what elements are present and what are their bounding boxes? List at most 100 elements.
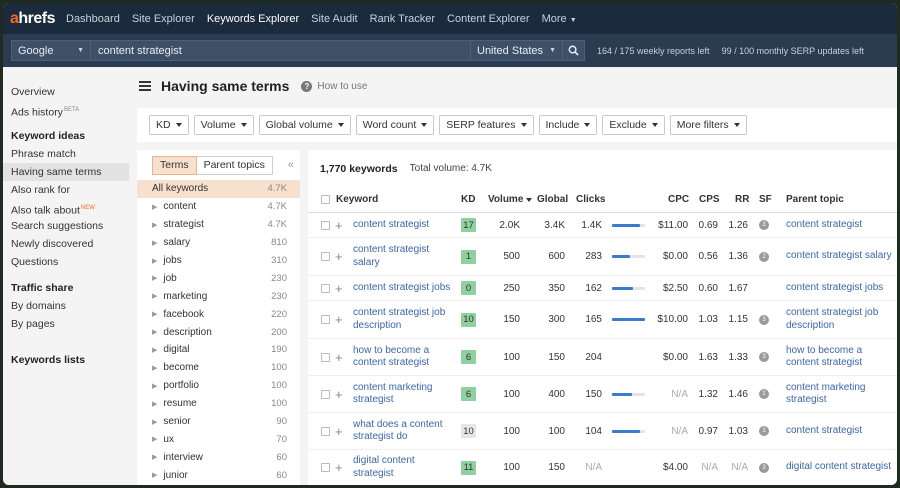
term-row[interactable]: ▶ ux 70 <box>137 430 300 448</box>
row-checkbox[interactable] <box>321 376 330 412</box>
add-to-list-icon[interactable]: + <box>335 413 343 449</box>
keyword-link[interactable]: digital content strategist <box>353 450 458 485</box>
add-to-list-icon[interactable]: + <box>335 301 343 338</box>
term-row[interactable]: ▶ jobs 310 <box>137 252 300 270</box>
term-row[interactable]: ▶ resume 100 <box>137 395 300 413</box>
row-checkbox[interactable] <box>321 301 330 338</box>
collapse-panel-icon[interactable]: « <box>288 159 294 171</box>
col-sf[interactable]: SF <box>759 187 772 212</box>
parent-topic-link[interactable]: content strategist jobs <box>786 276 894 300</box>
term-row[interactable]: ▶ content 4.7K <box>137 198 300 216</box>
filter-include[interactable]: Include <box>538 115 598 135</box>
tab-parent-topics[interactable]: Parent topics <box>196 155 273 175</box>
sidebar-item-also-talk-about[interactable]: Also talk aboutNEW <box>3 199 129 217</box>
sidebar-item-by-pages[interactable]: By pages <box>3 315 129 333</box>
term-row[interactable]: ▶ become 100 <box>137 359 300 377</box>
add-to-list-icon[interactable]: + <box>335 450 343 485</box>
sidebar-item-questions[interactable]: Questions <box>3 253 129 271</box>
parent-topic-link[interactable]: content strategist <box>786 413 894 449</box>
add-to-list-icon[interactable]: + <box>335 213 343 237</box>
keyword-link[interactable]: how to become a content strategist <box>353 339 458 375</box>
menu-icon[interactable] <box>139 81 151 91</box>
keyword-link[interactable]: content marketing strategist <box>353 376 458 412</box>
parent-topic-link[interactable]: content strategist salary <box>786 238 894 275</box>
parent-topic-link[interactable]: how to become a content strategist <box>786 339 894 375</box>
add-to-list-icon[interactable]: + <box>335 339 343 375</box>
filter-serp-features[interactable]: SERP features <box>439 115 534 135</box>
term-row[interactable]: ▶ description 200 <box>137 323 300 341</box>
term-row[interactable]: ▶ strategist 4.7K <box>137 216 300 234</box>
keyword-search-input[interactable]: content strategist <box>91 40 471 61</box>
row-checkbox[interactable] <box>321 450 330 485</box>
sidebar-heading-keywords-lists[interactable]: Keywords lists <box>3 351 129 369</box>
search-button[interactable] <box>563 40 585 61</box>
row-checkbox[interactable] <box>321 238 330 275</box>
term-all-keywords[interactable]: All keywords 4.7K <box>137 180 300 198</box>
filter-exclude[interactable]: Exclude <box>602 115 665 135</box>
row-checkbox[interactable] <box>321 413 330 449</box>
sidebar-item-overview[interactable]: Overview <box>3 83 129 101</box>
nav-site-audit[interactable]: Site Audit <box>311 13 357 25</box>
add-to-list-icon[interactable]: + <box>335 276 343 300</box>
serp-features-cell[interactable]: 3 <box>759 213 769 237</box>
term-row[interactable]: ▶ marketing 230 <box>137 287 300 305</box>
add-to-list-icon[interactable]: + <box>335 238 343 275</box>
row-checkbox[interactable] <box>321 276 330 300</box>
sidebar-item-also-rank-for[interactable]: Also rank for <box>3 181 129 199</box>
nav-dashboard[interactable]: Dashboard <box>66 13 120 25</box>
keyword-link[interactable]: content strategist job description <box>353 301 458 338</box>
search-engine-select[interactable]: Google ▼ <box>11 40 91 61</box>
nav-content-explorer[interactable]: Content Explorer <box>447 13 530 25</box>
country-select[interactable]: United States ▼ <box>471 40 563 61</box>
serp-features-cell[interactable]: 3 <box>759 413 769 449</box>
nav-rank-tracker[interactable]: Rank Tracker <box>370 13 435 25</box>
col-keyword[interactable]: Keyword <box>336 187 378 212</box>
term-row[interactable]: ▶ digital 190 <box>137 341 300 359</box>
sidebar-item-having-same-terms[interactable]: Having same terms <box>3 163 129 181</box>
col-volume[interactable]: Volume <box>488 187 533 212</box>
col-kd[interactable]: KD <box>461 187 475 212</box>
term-row[interactable]: ▶ portfolio 100 <box>137 377 300 395</box>
term-row[interactable]: ▶ interview 60 <box>137 448 300 466</box>
serp-features-cell[interactable]: 3 <box>759 339 769 375</box>
filter-more-filters[interactable]: More filters <box>669 115 747 135</box>
term-row[interactable]: ▶ junior 60 <box>137 466 300 484</box>
keyword-link[interactable]: content strategist <box>353 213 458 237</box>
nav-more[interactable]: More ▼ <box>542 13 577 25</box>
sidebar-item-ads-history[interactable]: Ads historyBETA <box>3 101 129 119</box>
sidebar-item-search-suggestions[interactable]: Search suggestions <box>3 217 129 235</box>
col-cpc[interactable]: CPC <box>668 187 689 212</box>
select-all-checkbox[interactable] <box>321 187 330 212</box>
col-rr[interactable]: RR <box>735 187 749 212</box>
term-row[interactable]: ▶ salary 810 <box>137 234 300 252</box>
col-parent-topic[interactable]: Parent topic <box>786 187 844 212</box>
keyword-link[interactable]: what does a content strategist do <box>353 413 458 449</box>
tab-terms[interactable]: Terms <box>152 155 197 175</box>
keyword-link[interactable]: content strategist salary <box>353 238 458 275</box>
how-to-use-link[interactable]: ? How to use <box>301 80 367 92</box>
term-row[interactable]: ▶ senior 90 <box>137 413 300 431</box>
nav-site-explorer[interactable]: Site Explorer <box>132 13 195 25</box>
ahrefs-logo[interactable]: ahrefs <box>10 10 66 28</box>
row-checkbox[interactable] <box>321 213 330 237</box>
col-global[interactable]: Global <box>537 187 568 212</box>
serp-features-cell[interactable]: 3 <box>759 301 769 338</box>
filter-global-volume[interactable]: Global volume <box>258 115 351 135</box>
term-row[interactable]: ▶ facebook 220 <box>137 305 300 323</box>
col-cps[interactable]: CPS <box>699 187 720 212</box>
serp-features-cell[interactable]: 3 <box>759 450 769 485</box>
parent-topic-link[interactable]: content strategist <box>786 213 894 237</box>
filter-volume[interactable]: Volume <box>193 115 254 135</box>
col-clicks[interactable]: Clicks <box>576 187 605 212</box>
parent-topic-link[interactable]: content strategist job description <box>786 301 894 338</box>
term-row[interactable]: ▶ job 230 <box>137 269 300 287</box>
row-checkbox[interactable] <box>321 339 330 375</box>
filter-kd[interactable]: KD <box>149 115 189 135</box>
filter-word-count[interactable]: Word count <box>355 115 435 135</box>
parent-topic-link[interactable]: content marketing strategist <box>786 376 894 412</box>
serp-features-cell[interactable]: 2 <box>759 376 769 412</box>
sidebar-item-phrase-match[interactable]: Phrase match <box>3 145 129 163</box>
sidebar-item-newly-discovered[interactable]: Newly discovered <box>3 235 129 253</box>
keyword-link[interactable]: content strategist jobs <box>353 276 458 300</box>
serp-features-cell[interactable]: 2 <box>759 238 769 275</box>
